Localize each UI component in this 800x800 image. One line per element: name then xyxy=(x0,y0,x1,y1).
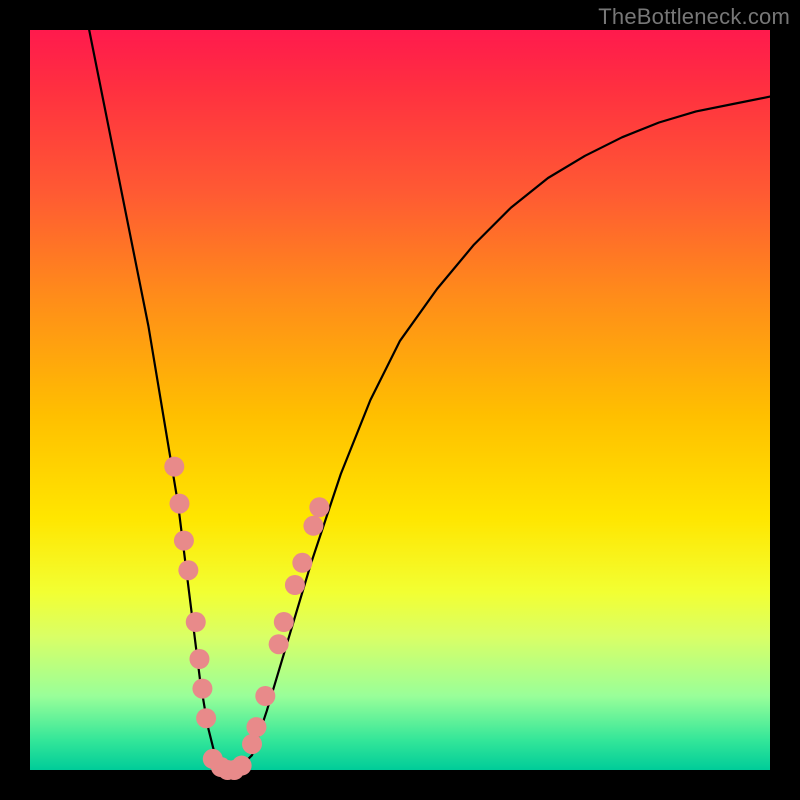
watermark-text: TheBottleneck.com xyxy=(598,4,790,30)
marker-dot xyxy=(164,457,184,477)
marker-dot xyxy=(303,516,323,536)
marker-dots xyxy=(164,457,329,780)
marker-dot xyxy=(196,708,216,728)
chart-overlay xyxy=(30,30,770,770)
marker-dot xyxy=(186,612,206,632)
marker-dot xyxy=(232,756,252,776)
marker-dot xyxy=(285,575,305,595)
marker-dot xyxy=(192,679,212,699)
chart-frame: TheBottleneck.com xyxy=(0,0,800,800)
marker-dot xyxy=(178,560,198,580)
marker-dot xyxy=(174,531,194,551)
marker-dot xyxy=(274,612,294,632)
marker-dot xyxy=(242,734,262,754)
marker-dot xyxy=(309,497,329,517)
plot-area xyxy=(30,30,770,770)
marker-dot xyxy=(189,649,209,669)
marker-dot xyxy=(169,494,189,514)
marker-dot xyxy=(255,686,275,706)
marker-dot xyxy=(292,553,312,573)
marker-dot xyxy=(269,634,289,654)
marker-dot xyxy=(246,717,266,737)
